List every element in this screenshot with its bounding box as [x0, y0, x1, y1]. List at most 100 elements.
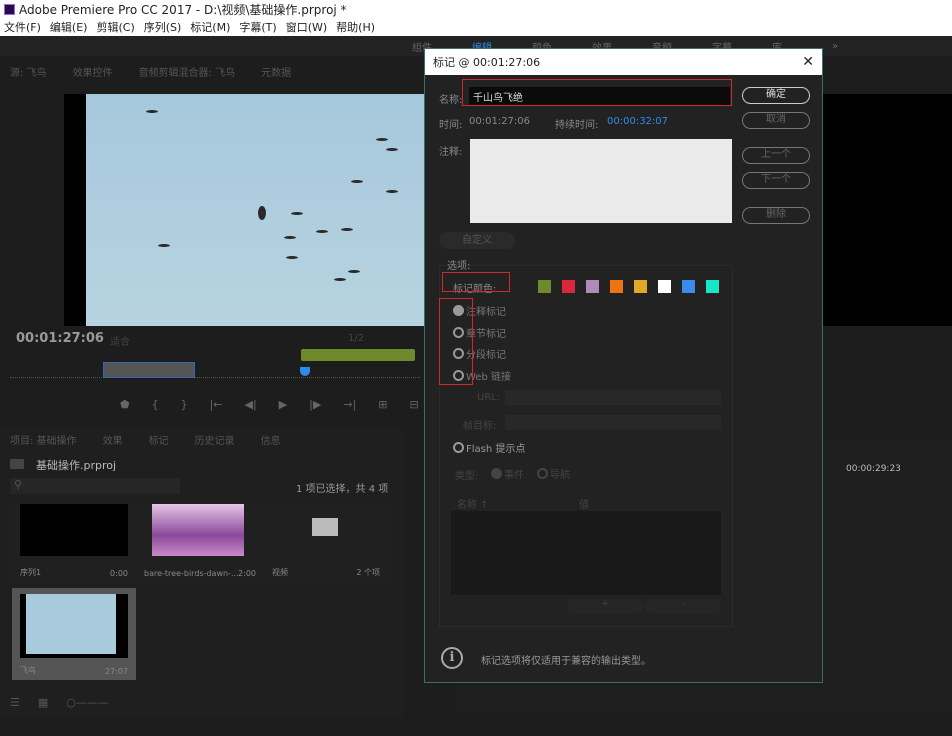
- info-text: 标记选项将仅适用于兼容的输出类型。: [481, 656, 651, 667]
- fit-dropdown[interactable]: 适合: [110, 333, 130, 348]
- menu-title[interactable]: 字幕(T): [239, 19, 276, 35]
- menu-window[interactable]: 窗口(W): [286, 19, 327, 35]
- tab-history[interactable]: 历史记录: [195, 432, 235, 447]
- resolution-dropdown[interactable]: 1/2: [348, 333, 364, 344]
- title-bar: Adobe Premiere Pro CC 2017 - D:\视频\基础操作.…: [0, 0, 952, 18]
- column-name[interactable]: 名称 ↑: [457, 496, 489, 511]
- icon-view-icon[interactable]: ▦: [38, 696, 48, 709]
- go-to-in-icon[interactable]: |←: [210, 398, 223, 411]
- close-icon[interactable]: ✕: [802, 54, 814, 70]
- comment-textarea[interactable]: [470, 139, 732, 223]
- more-workspaces-button[interactable]: »: [832, 41, 892, 52]
- project-item[interactable]: 序列1 0:00: [12, 504, 136, 582]
- color-swatch[interactable]: [634, 280, 647, 293]
- bin-folder-icon: [312, 518, 338, 536]
- insert-icon[interactable]: ⊞: [378, 398, 387, 411]
- type-nav-radio[interactable]: 导航: [537, 466, 570, 481]
- program-monitor-video: [823, 94, 952, 326]
- color-swatch[interactable]: [682, 280, 695, 293]
- marker-dialog: 标记 @ 00:01:27:06 ✕ 名称: 时间: 00:01:27:06 持续…: [424, 48, 823, 683]
- url-input[interactable]: [505, 390, 721, 405]
- menu-marker[interactable]: 标记(M): [190, 19, 230, 35]
- search-icon: ⚲: [14, 478, 23, 491]
- source-panel-tabs: 源: 飞鸟 效果控件 音频剪辑混合器: 飞鸟 元数据: [10, 64, 291, 79]
- highlight-box: [462, 79, 732, 106]
- zoom-slider[interactable]: ○———: [66, 696, 109, 709]
- menu-sequence[interactable]: 序列(S): [144, 19, 182, 35]
- frame-target-input[interactable]: [505, 415, 721, 430]
- custom-button[interactable]: 自定义: [439, 232, 515, 249]
- duration-label: 持续时间:: [555, 120, 599, 131]
- marker-duration-bar[interactable]: [301, 349, 415, 361]
- color-swatch[interactable]: [562, 280, 575, 293]
- ok-button[interactable]: 确定: [742, 87, 810, 104]
- tab-audio-mixer[interactable]: 音频剪辑混合器: 飞鸟: [139, 64, 236, 79]
- options-label: 选项:: [447, 261, 471, 272]
- project-file-name: 基础操作.prproj: [36, 459, 117, 472]
- add-cue-button[interactable]: +: [567, 599, 643, 613]
- url-label: URL:: [477, 392, 501, 403]
- column-value[interactable]: 值: [579, 496, 589, 511]
- color-swatch[interactable]: [706, 280, 719, 293]
- go-to-out-icon[interactable]: →|: [343, 398, 356, 411]
- menu-clip[interactable]: 剪辑(C): [96, 19, 134, 35]
- delete-button[interactable]: 删除: [742, 207, 810, 224]
- color-swatch[interactable]: [658, 280, 671, 293]
- name-label: 名称:: [439, 95, 463, 106]
- project-item[interactable]: 视频 2 个项: [264, 504, 388, 582]
- highlight-box: [442, 272, 510, 292]
- step-back-icon[interactable]: ◀|: [245, 398, 257, 411]
- mark-in-icon[interactable]: {: [152, 398, 159, 411]
- folder-icon: [10, 459, 24, 469]
- project-footer: ☰ ▦ ○———: [10, 696, 109, 709]
- in-out-range[interactable]: [103, 362, 195, 378]
- premiere-logo-icon: [4, 3, 15, 15]
- list-view-icon[interactable]: ☰: [10, 696, 20, 709]
- cue-point-table[interactable]: [451, 511, 721, 595]
- add-marker-icon[interactable]: ⬟: [120, 398, 130, 411]
- selection-count: 1 项已选择，共 4 项: [296, 484, 389, 495]
- menu-edit[interactable]: 编辑(E): [50, 19, 88, 35]
- time-ruler[interactable]: [10, 370, 420, 378]
- time-label: 时间:: [439, 120, 463, 131]
- menu-file[interactable]: 文件(F): [4, 19, 41, 35]
- window-title: Adobe Premiere Pro CC 2017 - D:\视频\基础操作.…: [19, 2, 347, 17]
- transport-controls: ⬟ {} |← ◀| ▶ |▶ →| ⊞ ⊟: [120, 398, 419, 411]
- dialog-header: 标记 @ 00:01:27:06 ✕: [425, 49, 822, 75]
- menu-help[interactable]: 帮助(H): [336, 19, 375, 35]
- color-swatch[interactable]: [538, 280, 551, 293]
- time-value: 00:01:27:06: [469, 116, 531, 127]
- type-event-radio[interactable]: 事件: [491, 466, 524, 481]
- birds-frame: [86, 94, 424, 326]
- duration-value[interactable]: 00:00:32:07: [607, 116, 668, 127]
- project-search-input[interactable]: ⚲: [10, 478, 180, 494]
- tab-effect-controls[interactable]: 效果控件: [73, 64, 113, 79]
- comment-label: 注释:: [439, 147, 463, 158]
- project-item[interactable]: bare-tree-birds-dawn-... 2:00: [140, 504, 264, 582]
- remove-cue-button[interactable]: -: [645, 599, 721, 613]
- menu-bar: 文件(F) 编辑(E) 剪辑(C) 序列(S) 标记(M) 字幕(T) 窗口(W) 帮助(H): [0, 18, 952, 36]
- mark-out-icon[interactable]: }: [181, 398, 188, 411]
- tab-metadata[interactable]: 元数据: [261, 64, 291, 79]
- tab-project[interactable]: 项目: 基础操作: [10, 432, 77, 447]
- highlight-box: [439, 298, 473, 385]
- tab-markers[interactable]: 标记: [149, 432, 169, 447]
- next-button[interactable]: 下一个: [742, 172, 810, 189]
- dialog-title: 标记 @ 00:01:27:06: [433, 56, 541, 69]
- frame-target-label: 帧目标:: [463, 421, 497, 432]
- project-item-selected[interactable]: 飞鸟 27:07: [12, 588, 136, 680]
- type-label: 类型:: [455, 471, 479, 482]
- source-timecode[interactable]: 00:01:27:06: [16, 331, 104, 346]
- cancel-button[interactable]: 取消: [742, 112, 810, 129]
- previous-button[interactable]: 上一个: [742, 147, 810, 164]
- project-panel-tabs: 项目: 基础操作 效果 标记 历史记录 信息: [10, 432, 281, 447]
- step-forward-icon[interactable]: |▶: [309, 398, 321, 411]
- color-swatch[interactable]: [610, 280, 623, 293]
- flash-cue-radio[interactable]: Flash 提示点: [453, 440, 525, 455]
- tab-source[interactable]: 源: 飞鸟: [10, 64, 47, 79]
- play-icon[interactable]: ▶: [279, 398, 287, 411]
- overwrite-icon[interactable]: ⊟: [409, 398, 418, 411]
- tab-info[interactable]: 信息: [261, 432, 281, 447]
- tab-effects[interactable]: 效果: [103, 432, 123, 447]
- color-swatch[interactable]: [586, 280, 599, 293]
